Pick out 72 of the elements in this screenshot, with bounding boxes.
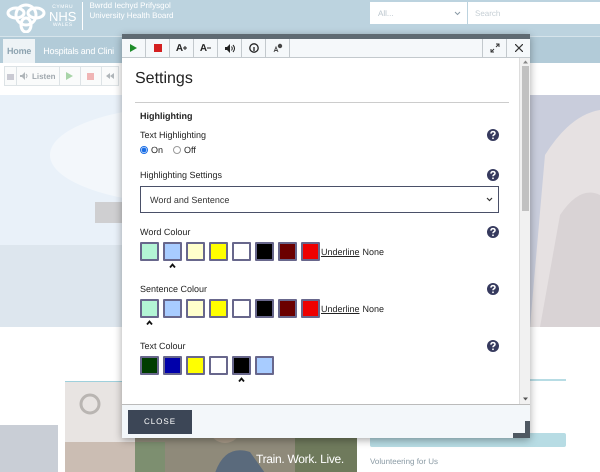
radio-label: Off xyxy=(184,145,196,155)
color-swatch[interactable] xyxy=(209,242,228,261)
color-swatch[interactable] xyxy=(163,299,182,318)
search-field[interactable]: Search xyxy=(468,2,600,24)
field-label: Word Colour xyxy=(140,227,190,237)
field-label: Highlighting Settings xyxy=(140,170,222,180)
color-swatch[interactable] xyxy=(232,299,251,318)
help-icon[interactable] xyxy=(487,226,499,238)
radio-button[interactable] xyxy=(173,146,182,154)
help-icon[interactable] xyxy=(487,340,499,352)
info-icon[interactable] xyxy=(248,43,258,53)
caret-icon xyxy=(146,320,153,325)
field-label: Text Colour xyxy=(140,341,186,351)
speaker-icon[interactable] xyxy=(224,44,234,52)
color-swatch[interactable] xyxy=(186,299,205,318)
color-swatch[interactable] xyxy=(232,242,251,261)
color-swatch[interactable] xyxy=(140,356,159,375)
field-label: Sentence Colour xyxy=(140,284,208,294)
promo-caption: Train. Work. Live. xyxy=(256,452,344,466)
organisation-name: Bwrdd Iechyd Prifysgol xyxy=(89,1,172,11)
radio-label: On xyxy=(151,145,164,155)
expand-icon[interactable] xyxy=(490,43,500,53)
plus-icon xyxy=(183,46,188,50)
underline-value: None xyxy=(362,304,384,314)
section-heading: Highlighting xyxy=(140,111,194,121)
settings-icon[interactable] xyxy=(272,43,282,53)
color-swatch[interactable] xyxy=(140,299,159,318)
stop-icon[interactable] xyxy=(154,44,162,52)
color-swatch[interactable] xyxy=(255,242,274,261)
color-swatch[interactable] xyxy=(278,299,297,318)
organisation-name: University Health Board xyxy=(89,11,174,21)
scroll-down-icon[interactable] xyxy=(522,397,528,401)
color-swatch[interactable] xyxy=(140,242,159,261)
chevron-down-icon xyxy=(454,10,461,16)
dialog-title: Settings xyxy=(135,70,194,89)
color-swatch[interactable] xyxy=(301,242,320,261)
decrease-text-size-button[interactable]: A xyxy=(194,39,218,57)
speaker-icon xyxy=(20,72,29,80)
logo-text: NHS xyxy=(49,10,76,23)
color-swatch[interactable] xyxy=(209,299,228,318)
color-swatch[interactable] xyxy=(163,242,182,261)
underline-link[interactable]: Underline xyxy=(321,246,360,256)
dropdown[interactable]: Word and Sentence xyxy=(140,186,499,213)
knot-logo-icon xyxy=(6,0,46,32)
underline-link[interactable]: Underline xyxy=(321,304,360,314)
play-icon[interactable] xyxy=(130,44,137,52)
color-swatch[interactable] xyxy=(163,356,182,375)
scrollbar[interactable] xyxy=(519,58,530,404)
minus-icon xyxy=(207,46,212,50)
color-swatch[interactable] xyxy=(186,356,205,375)
color-swatch[interactable] xyxy=(301,299,320,318)
caret-icon xyxy=(238,377,245,382)
color-swatch[interactable] xyxy=(255,299,274,318)
radio-button[interactable] xyxy=(140,146,148,154)
panel-background xyxy=(0,425,58,472)
color-swatch[interactable] xyxy=(255,356,274,375)
color-swatch[interactable] xyxy=(232,356,251,375)
color-swatch[interactable] xyxy=(186,242,205,261)
close-button[interactable]: CLOSE xyxy=(128,410,192,434)
increase-text-size-button[interactable]: A xyxy=(170,39,194,57)
help-icon[interactable] xyxy=(487,169,499,181)
underline-value: None xyxy=(362,246,384,256)
close-icon[interactable] xyxy=(514,44,522,52)
chevron-down-icon xyxy=(486,197,493,202)
field-label: Text Highlighting xyxy=(140,130,206,140)
resize-handle[interactable] xyxy=(513,421,530,438)
caret-icon xyxy=(169,263,176,268)
menu-icon[interactable] xyxy=(7,72,14,80)
color-swatch[interactable] xyxy=(278,242,297,261)
help-icon[interactable] xyxy=(487,129,499,141)
color-swatch[interactable] xyxy=(209,356,228,375)
help-icon[interactable] xyxy=(487,283,499,295)
